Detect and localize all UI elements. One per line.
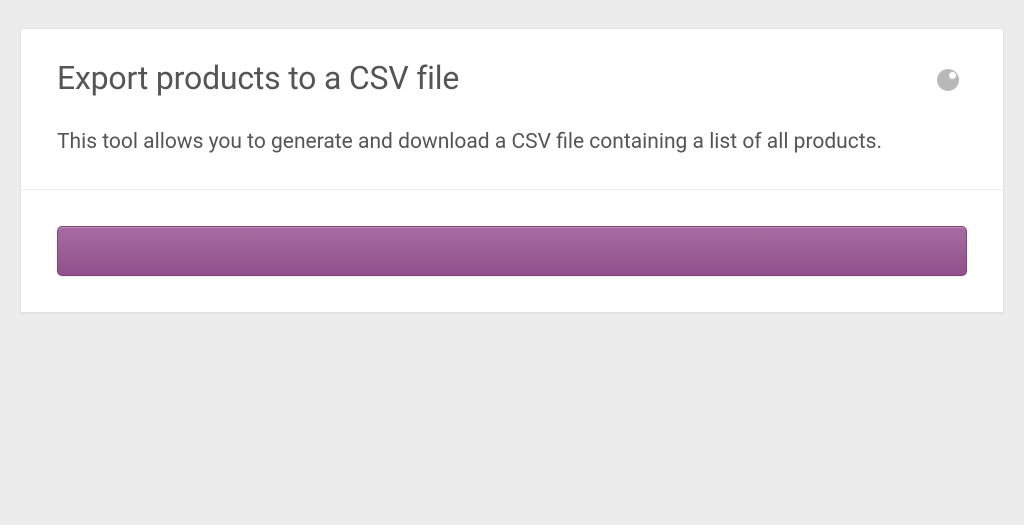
export-panel: Export products to a CSV file This tool … [20, 28, 1004, 313]
export-panel-body [21, 190, 1003, 312]
export-progress-bar [57, 226, 967, 276]
status-indicator-icon [937, 69, 959, 91]
panel-title: Export products to a CSV file [57, 59, 967, 97]
panel-description: This tool allows you to generate and dow… [57, 125, 887, 161]
export-panel-header: Export products to a CSV file This tool … [21, 29, 1003, 190]
